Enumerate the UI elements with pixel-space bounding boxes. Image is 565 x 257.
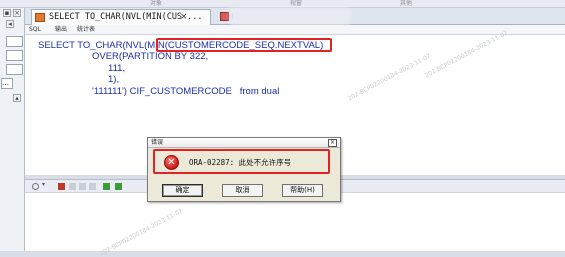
watermark: 202-BCP02200184-2023-11-07: [423, 29, 510, 80]
more-icon[interactable]: …: [1, 78, 13, 89]
editor-subtabs: SQL 输出 统计表: [25, 25, 565, 35]
redacted-area: [230, 8, 350, 25]
tab-output[interactable]: 输出: [55, 25, 67, 34]
check-icon[interactable]: [89, 183, 96, 190]
dialog-title-bar[interactable]: 错误 ×: [148, 138, 340, 148]
error-dialog: 错误 × ✕ ORA-02287: 此处不允许序号 确定 取消 帮助(H): [147, 137, 341, 202]
error-message: ORA-02287: 此处不允许序号: [189, 158, 292, 167]
error-icon: ✕: [164, 155, 179, 170]
close-icon[interactable]: ×: [180, 10, 188, 24]
filter-icon[interactable]: [103, 183, 110, 190]
watermark: 202-BCP02200184-2023-11-07: [346, 52, 433, 103]
code-line: OVER(PARTITION BY 322,: [92, 51, 209, 62]
menu-item[interactable]: 其他: [400, 0, 412, 7]
object-browser-button[interactable]: [6, 36, 23, 47]
tab-statistics[interactable]: 统计表: [77, 25, 95, 34]
help-button[interactable]: 帮助(H): [282, 184, 323, 197]
settings-icon[interactable]: [32, 183, 39, 190]
close-icon[interactable]: ×: [13, 9, 21, 17]
cancel-button[interactable]: 取消: [222, 184, 263, 197]
close-icon[interactable]: ×: [328, 139, 337, 147]
tab-sql[interactable]: SQL: [29, 25, 41, 34]
code-line: 111,: [108, 63, 126, 74]
watermark: 202-BCP02200184-2023-11-07: [98, 207, 185, 257]
tab-sql-window[interactable]: SELECT TO_CHAR(NVL(MIN(CUS ... ×: [31, 9, 211, 25]
object-browser-button[interactable]: [6, 50, 23, 61]
pin-icon[interactable]: ▪: [3, 9, 11, 17]
code-line: '111111') CIF_CUSTOMERCODE from dual: [92, 86, 280, 97]
nav-arrows-icon[interactable]: ◂: [6, 20, 14, 28]
ok-button[interactable]: 确定: [162, 184, 203, 197]
object-browser-button[interactable]: [6, 64, 23, 75]
scroll-up-icon[interactable]: ▴: [13, 94, 21, 102]
dialog-title: 错误: [151, 139, 164, 146]
rollback-icon[interactable]: [79, 183, 86, 190]
chevron-down-icon[interactable]: ▾: [42, 181, 49, 188]
menu-item[interactable]: 对象: [150, 0, 162, 7]
db-icon: [220, 12, 229, 21]
code-line: 1),: [108, 74, 120, 85]
tab-sql-icon: [35, 13, 45, 22]
highlight-box: [156, 38, 332, 52]
menu-strip: 对象 视窗 其他: [0, 0, 565, 8]
commit-icon[interactable]: [69, 183, 76, 190]
sort-icon[interactable]: [115, 183, 122, 190]
lock-icon[interactable]: [58, 183, 65, 190]
menu-item[interactable]: 视窗: [290, 0, 302, 7]
left-gutter: ▪ × ◂ … ▴: [0, 8, 25, 251]
